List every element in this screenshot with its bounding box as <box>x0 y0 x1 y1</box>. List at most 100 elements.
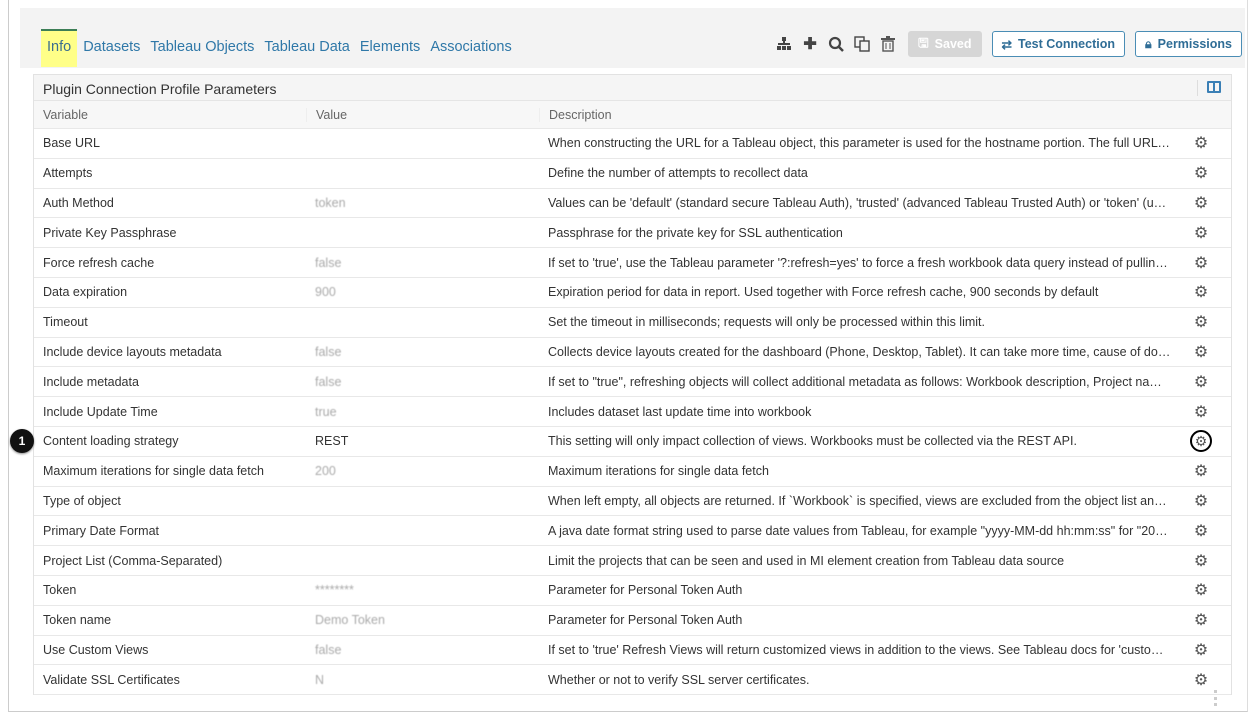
variable-cell: Force refresh cache <box>43 255 155 270</box>
settings-button[interactable]: ⚙ <box>1171 430 1231 453</box>
settings-button[interactable]: ⚙ <box>1171 521 1231 541</box>
column-header-value[interactable]: Value <box>306 107 539 122</box>
plus-icon[interactable]: ✚ <box>800 34 820 54</box>
tab-elements[interactable]: Elements <box>356 29 424 67</box>
table-row: Project List (Comma-Separated) Limit the… <box>34 546 1231 576</box>
gear-icon: ⚙ <box>1193 284 1209 302</box>
tab-datasets[interactable]: Datasets <box>79 29 144 67</box>
tab-tableau-data[interactable]: Tableau Data <box>260 29 353 67</box>
variable-cell: Token name <box>43 613 112 628</box>
settings-button[interactable]: ⚙ <box>1171 253 1231 273</box>
test-connection-button[interactable]: ⇄ Test Connection <box>991 31 1125 57</box>
settings-button[interactable]: ⚙ <box>1171 193 1231 213</box>
gear-icon: ⚙ <box>1193 492 1209 510</box>
settings-button[interactable]: ⚙ <box>1171 670 1231 690</box>
variable-cell: Data expiration <box>43 285 128 300</box>
panel-header: Plugin Connection Profile Parameters <box>34 75 1231 101</box>
tab-tableau-objects[interactable]: Tableau Objects <box>146 29 258 67</box>
table-body: Base URL When constructing the URL for a… <box>34 129 1231 696</box>
column-header-description[interactable]: Description <box>539 107 1171 122</box>
variable-cell: Primary Date Format <box>43 523 159 538</box>
description-cell: This setting will only impact collection… <box>548 434 1077 449</box>
settings-button[interactable]: ⚙ <box>1171 580 1231 600</box>
settings-button[interactable]: ⚙ <box>1171 342 1231 362</box>
tab-bar: Info Datasets Tableau Objects Tableau Da… <box>41 29 518 67</box>
search-icon[interactable] <box>826 34 846 54</box>
copy-icon[interactable] <box>852 34 872 54</box>
settings-button[interactable]: ⚙ <box>1171 551 1231 571</box>
gear-icon: ⚙ <box>1193 552 1209 570</box>
settings-button[interactable]: ⚙ <box>1171 372 1231 392</box>
gear-icon: ⚙ <box>1193 463 1209 481</box>
description-cell: Collects device layouts created for the … <box>548 344 1171 359</box>
description-cell: Passphrase for the private key for SSL a… <box>548 225 843 240</box>
value-cell[interactable]: false <box>306 375 539 389</box>
table-row: Token name Demo Token Parameter for Pers… <box>34 606 1231 636</box>
exchange-icon: ⇄ <box>1001 37 1012 52</box>
trash-icon[interactable] <box>878 34 898 54</box>
description-cell: Maximum iterations for single data fetch <box>548 464 769 479</box>
description-cell: Set the timeout in milliseconds; request… <box>548 315 985 330</box>
settings-button[interactable]: ⚙ <box>1171 491 1231 511</box>
description-cell: A java date format string used to parse … <box>548 523 1171 538</box>
saved-button[interactable]: 🖫 Saved <box>908 31 982 57</box>
description-cell: Parameter for Personal Token Auth <box>548 613 743 628</box>
description-cell: Define the number of attempts to recolle… <box>548 166 808 181</box>
description-cell: Values can be 'default' (standard secure… <box>548 195 1171 210</box>
description-cell: Parameter for Personal Token Auth <box>548 583 743 598</box>
lock-icon: 🔒︎ <box>1145 36 1152 51</box>
panel-title: Plugin Connection Profile Parameters <box>43 81 277 97</box>
value-cell[interactable]: 900 <box>306 285 539 299</box>
permissions-button[interactable]: 🔒︎ Permissions <box>1135 31 1242 57</box>
gear-icon: ⚙ <box>1193 343 1209 361</box>
settings-button[interactable]: ⚙ <box>1171 461 1231 481</box>
hierarchy-icon[interactable] <box>774 34 794 54</box>
columns-icon[interactable] <box>1207 81 1221 93</box>
value-cell[interactable]: REST <box>306 434 539 448</box>
settings-button[interactable]: ⚙ <box>1171 312 1231 332</box>
divider <box>1197 80 1198 96</box>
value-cell[interactable]: true <box>306 405 539 419</box>
settings-button[interactable]: ⚙ <box>1171 610 1231 630</box>
value-cell[interactable]: false <box>306 345 539 359</box>
column-header-variable[interactable]: Variable <box>34 108 306 122</box>
resize-handle[interactable] <box>1214 690 1217 706</box>
value-cell[interactable]: Demo Token <box>306 613 539 627</box>
parameters-panel: Plugin Connection Profile Parameters Var… <box>33 74 1232 696</box>
table-row: Validate SSL Certificates N Whether or n… <box>34 665 1231 696</box>
toolbar: ✚ 🖫 Saved ⇄ Test Connection 🔒︎ Permissions <box>774 31 1242 57</box>
value-cell[interactable]: ******** <box>306 583 539 597</box>
settings-button[interactable]: ⚙ <box>1171 133 1231 153</box>
gear-icon: ⚙ <box>1193 641 1209 659</box>
value-cell[interactable]: 200 <box>306 464 539 478</box>
tab-associations[interactable]: Associations <box>426 29 515 67</box>
value-cell[interactable]: false <box>306 256 539 270</box>
gear-icon: ⚙ <box>1193 254 1209 272</box>
value-cell[interactable]: token <box>306 196 539 210</box>
settings-button[interactable]: ⚙ <box>1171 402 1231 422</box>
tab-info[interactable]: Info <box>41 29 78 67</box>
table-row: Auth Method token Values can be 'default… <box>34 189 1231 219</box>
table-row: Timeout Set the timeout in milliseconds;… <box>34 308 1231 338</box>
variable-cell: Maximum iterations for single data fetch <box>43 464 264 479</box>
gear-icon: ⚙ <box>1193 671 1209 689</box>
description-cell: Whether or not to verify SSL server cert… <box>548 672 810 687</box>
gear-icon: ⚙ <box>1193 522 1209 540</box>
description-cell: Limit the projects that can be seen and … <box>548 553 1065 568</box>
settings-button[interactable]: ⚙ <box>1171 163 1231 183</box>
gear-icon: ⚙ <box>1193 373 1209 391</box>
table-row: Use Custom Views false If set to 'true' … <box>34 636 1231 666</box>
table-row: Force refresh cache false If set to 'tru… <box>34 248 1231 278</box>
description-cell: When left empty, all objects are returne… <box>548 493 1171 508</box>
description-cell: When constructing the URL for a Tableau … <box>548 136 1171 151</box>
variable-cell: Include metadata <box>43 374 139 389</box>
variable-cell: Content loading strategy <box>43 434 179 449</box>
value-cell[interactable]: N <box>306 673 539 687</box>
description-cell: If set to "true", refreshing objects wil… <box>548 374 1171 389</box>
settings-button[interactable]: ⚙ <box>1171 640 1231 660</box>
value-cell[interactable]: false <box>306 643 539 657</box>
table-row: Primary Date Format A java date format s… <box>34 516 1231 547</box>
gear-icon: ⚙ <box>1193 165 1209 183</box>
settings-button[interactable]: ⚙ <box>1171 223 1231 243</box>
settings-button[interactable]: ⚙ <box>1171 282 1231 302</box>
